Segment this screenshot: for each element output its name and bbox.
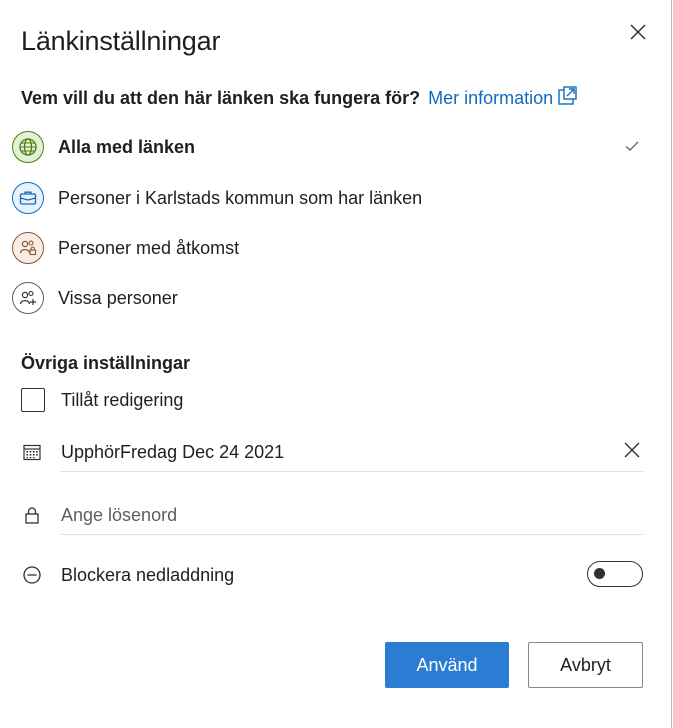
option-icon-wrap — [12, 131, 44, 163]
password-input[interactable]: Ange lösenord — [61, 505, 177, 526]
close-icon — [624, 442, 640, 458]
more-info-link-text[interactable]: Mer information — [428, 88, 553, 108]
close-icon — [630, 24, 646, 40]
option-specific-people[interactable]: Vissa personer — [12, 279, 662, 317]
allow-editing-label: Tillåt redigering — [61, 389, 184, 410]
other-settings-heading: Övriga inställningar — [21, 353, 191, 373]
option-label: Personer med åtkomst — [58, 237, 240, 258]
expiry-text: UpphörFredag Dec 24 2021 — [61, 442, 284, 463]
option-anyone-with-link[interactable]: Alla med länken — [12, 128, 662, 166]
toggle-knob — [594, 568, 605, 579]
block-download-row: Blockera nedladdning — [21, 555, 643, 595]
people-lock-icon — [19, 240, 37, 256]
option-label: Personer i Karlstads kommun som har länk… — [58, 187, 423, 208]
option-icon-wrap — [12, 232, 44, 264]
option-people-with-access[interactable]: Personer med åtkomst — [12, 229, 662, 267]
block-icon — [23, 566, 41, 584]
close-button[interactable] — [626, 20, 650, 44]
lock-icon — [25, 507, 39, 524]
checkmark-icon — [625, 141, 639, 151]
dialog-title: Länkinställningar — [21, 26, 221, 56]
option-icon-wrap — [12, 282, 44, 314]
expiry-label: Upphör — [61, 441, 121, 462]
more-info-link[interactable]: Mer information — [428, 86, 577, 108]
globe-icon — [19, 138, 37, 156]
allow-editing-row[interactable]: Tillåt redigering — [21, 388, 183, 412]
password-underline — [60, 534, 643, 535]
audience-question: Vem vill du att den här länken ska funge… — [21, 86, 577, 109]
expiry-date-field[interactable]: UpphörFredag Dec 24 2021 — [21, 432, 643, 472]
block-download-toggle[interactable] — [587, 561, 643, 587]
people-add-icon — [19, 290, 36, 305]
option-icon-wrap — [12, 182, 44, 214]
expiry-value: Fredag Dec 24 2021 — [120, 441, 285, 462]
expiry-underline — [60, 471, 643, 472]
password-field[interactable]: Ange lösenord — [21, 495, 643, 535]
briefcase-icon — [19, 191, 37, 205]
apply-button[interactable]: Använd — [385, 642, 509, 688]
calendar-icon — [23, 444, 41, 461]
clear-expiry-button[interactable] — [622, 440, 642, 460]
block-icon-wrap — [21, 565, 43, 585]
audience-question-text: Vem vill du att den här länken ska funge… — [21, 88, 421, 108]
cancel-button[interactable]: Avbryt — [528, 642, 643, 688]
lock-icon-wrap — [21, 505, 43, 525]
external-link-icon — [558, 86, 577, 105]
option-label: Alla med länken — [58, 136, 196, 157]
option-people-in-organization[interactable]: Personer i Karlstads kommun som har länk… — [12, 179, 662, 217]
link-settings-dialog: Länkinställningar Vem vill du att den hä… — [0, 0, 672, 728]
allow-editing-checkbox[interactable] — [21, 388, 45, 412]
calendar-icon-wrap — [21, 442, 43, 462]
block-download-label: Blockera nedladdning — [61, 564, 235, 585]
option-label: Vissa personer — [58, 287, 178, 308]
